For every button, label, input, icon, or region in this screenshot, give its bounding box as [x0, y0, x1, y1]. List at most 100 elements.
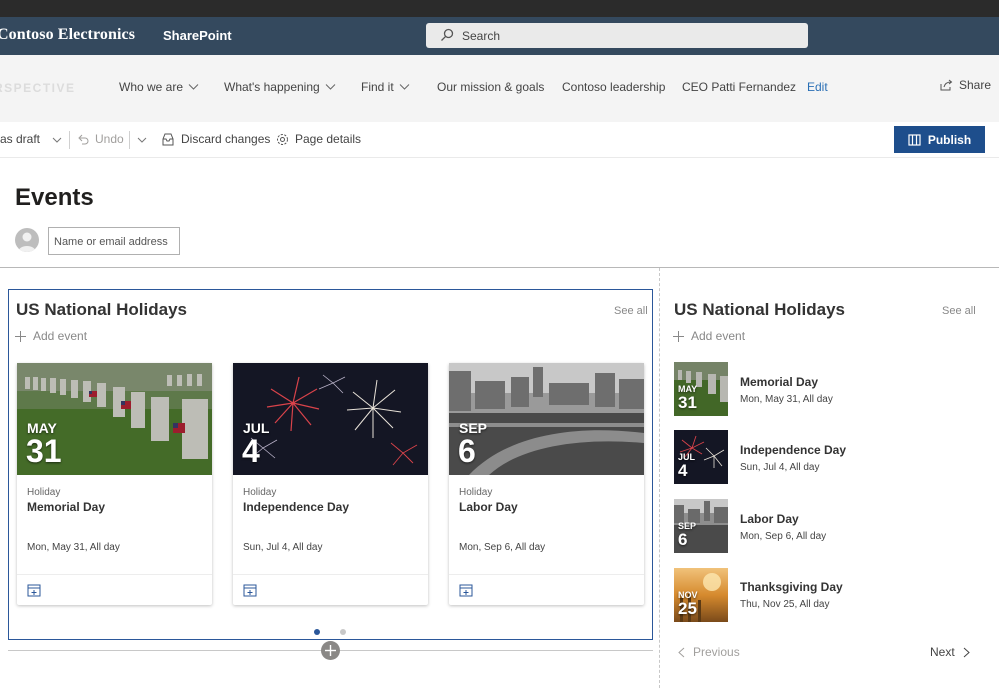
nav-find-it[interactable]: Find it	[361, 80, 410, 94]
see-all-link[interactable]: See all	[614, 305, 648, 317]
chevron-down-icon	[399, 84, 410, 90]
event-date: Sun, Jul 4, All day	[243, 542, 323, 553]
window-top-strip	[0, 0, 999, 17]
event-date: Mon, May 31, All day	[27, 542, 120, 553]
search-box[interactable]: Search	[426, 23, 808, 48]
publish-icon	[908, 133, 921, 146]
labor-day-image	[449, 363, 644, 475]
event-category: Holiday	[243, 487, 277, 498]
page-details-label: Page details	[295, 132, 362, 146]
event-thumbnail[interactable]: NOV 25	[674, 568, 728, 622]
event-date: Mon, Sep 6, All day	[459, 542, 546, 553]
plus-icon	[325, 645, 336, 656]
undo-button[interactable]: Undo	[77, 132, 124, 146]
add-event-button[interactable]: Add event	[673, 329, 745, 343]
events-webpart-title[interactable]: US National Holidays	[16, 300, 187, 320]
event-thumbnail[interactable]: MAY 31	[674, 362, 728, 416]
add-event-label: Add event	[33, 329, 88, 343]
avatar	[15, 228, 39, 252]
divider	[233, 574, 428, 575]
nav-label: Who we are	[119, 80, 184, 94]
nav-whats-happening[interactable]: What's happening	[224, 80, 336, 94]
carousel-dot[interactable]	[340, 629, 346, 635]
event-thumbnail[interactable]: JUL 4	[674, 430, 728, 484]
chevron-down-icon[interactable]	[52, 137, 62, 144]
divider	[129, 131, 130, 149]
undo-label: Undo	[95, 132, 124, 146]
gear-icon	[277, 133, 288, 145]
event-date: Mon, Sep 6, All day	[740, 531, 827, 542]
share-button[interactable]: Share	[940, 78, 991, 92]
event-day: 6	[678, 530, 688, 549]
next-label: Next	[930, 645, 955, 659]
event-day: 31	[678, 393, 697, 412]
brand-name[interactable]: Contoso Electronics	[0, 26, 135, 44]
events-list-title[interactable]: US National Holidays	[674, 300, 845, 320]
share-icon	[940, 79, 953, 91]
site-logo[interactable]: RSPECTIVE	[0, 81, 76, 95]
previous-label: Previous	[693, 645, 740, 659]
add-to-calendar-icon[interactable]	[27, 583, 41, 597]
column-divider	[659, 268, 660, 688]
event-date: Sun, Jul 4, All day	[740, 462, 820, 473]
event-category: Holiday	[459, 487, 493, 498]
discard-changes-button[interactable]: Discard changes	[161, 132, 270, 146]
search-icon	[441, 28, 454, 41]
chevron-left-icon	[678, 647, 685, 657]
chevron-down-icon[interactable]	[137, 137, 147, 144]
add-to-calendar-icon[interactable]	[243, 583, 257, 597]
event-thumbnail[interactable]: SEP 6	[674, 499, 728, 553]
event-name[interactable]: Labor Day	[740, 512, 799, 526]
add-event-button[interactable]: Add event	[15, 329, 87, 343]
search-placeholder: Search	[462, 29, 501, 43]
event-name[interactable]: Independence Day	[740, 443, 846, 457]
person-icon	[18, 232, 36, 252]
chevron-down-icon	[188, 84, 199, 90]
nav-mission-goals[interactable]: Our mission & goals	[437, 80, 544, 94]
event-name[interactable]: Labor Day	[459, 500, 518, 514]
people-picker-input[interactable]: Name or email address	[48, 227, 180, 255]
share-label: Share	[959, 78, 992, 92]
previous-page-button[interactable]: Previous	[678, 645, 740, 659]
nav-label: Contoso leadership	[562, 80, 666, 94]
next-page-button[interactable]: Next	[930, 645, 970, 659]
nav-ceo-patti-fernandez[interactable]: CEO Patti Fernandez	[682, 80, 796, 94]
chevron-right-icon	[963, 647, 970, 657]
event-card-memorial-day[interactable]: MAY 31 Holiday Memorial Day Mon, May 31,…	[17, 363, 212, 605]
add-section-button[interactable]	[321, 641, 340, 660]
nav-label: CEO Patti Fernandez	[682, 80, 797, 94]
app-name[interactable]: SharePoint	[163, 28, 232, 43]
carousel-dot-active[interactable]	[314, 629, 320, 635]
save-draft-button[interactable]: as draft	[0, 132, 40, 146]
independence-day-image	[233, 363, 428, 475]
divider	[69, 131, 70, 149]
nav-edit-link[interactable]: Edit	[807, 80, 828, 94]
plus-icon	[673, 330, 684, 342]
event-name[interactable]: Memorial Day	[740, 375, 818, 389]
event-name[interactable]: Independence Day	[243, 500, 349, 514]
nav-contoso-leadership[interactable]: Contoso leadership	[562, 80, 665, 94]
hub-navigation: RSPECTIVE Who we are What's happening Fi…	[0, 55, 999, 122]
plus-icon	[15, 330, 26, 342]
suite-bar: Contoso Electronics SharePoint Search	[0, 17, 999, 55]
event-date: Thu, Nov 25, All day	[740, 599, 830, 610]
nav-who-we-are[interactable]: Who we are	[119, 80, 199, 94]
section-divider	[0, 267, 999, 268]
event-name[interactable]: Thanksgiving Day	[740, 580, 843, 594]
add-to-calendar-icon[interactable]	[459, 583, 473, 597]
add-event-label: Add event	[691, 329, 746, 343]
divider	[449, 574, 644, 575]
publish-label: Publish	[927, 132, 972, 147]
event-day: 25	[678, 599, 697, 618]
nav-label: What's happening	[224, 80, 320, 94]
event-category: Holiday	[27, 487, 61, 498]
event-name[interactable]: Memorial Day	[27, 500, 105, 514]
event-card-labor-day[interactable]: SEP 6 Holiday Labor Day Mon, Sep 6, All …	[449, 363, 644, 605]
page-details-button[interactable]: Page details	[276, 132, 361, 146]
see-all-link[interactable]: See all	[942, 305, 976, 317]
publish-button[interactable]: Publish	[894, 126, 985, 153]
discard-label: Discard changes	[181, 132, 271, 146]
page-title[interactable]: Events	[15, 184, 94, 212]
event-day: 4	[242, 433, 260, 469]
event-card-independence-day[interactable]: JUL 4 Holiday Independence Day Sun, Jul …	[233, 363, 428, 605]
